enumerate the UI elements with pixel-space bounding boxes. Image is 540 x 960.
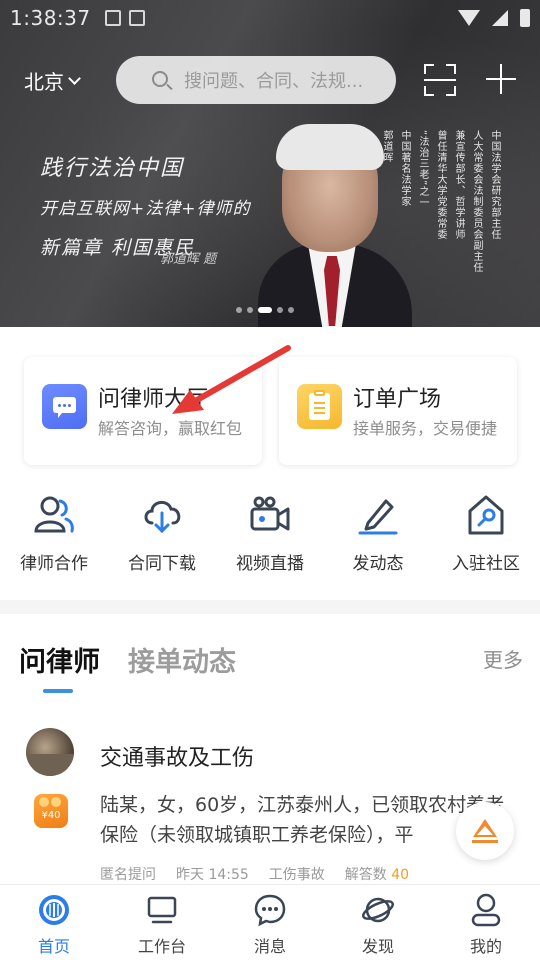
quick-action-label: 入驻社区 [452, 554, 520, 574]
search-icon [152, 71, 168, 87]
status-right-icons [458, 9, 530, 27]
notification-icons [104, 10, 145, 26]
status-time: 1:38:37 [10, 6, 91, 30]
house-key-icon [468, 495, 504, 535]
nav-workbench[interactable]: 工作台 [108, 885, 216, 960]
users-icon [34, 496, 74, 533]
feed-tabs: 问律师 接单动态 更多 [0, 614, 540, 704]
answer-count-label: 解答数 [344, 867, 387, 883]
tab-order-updates[interactable]: 接单动态 [128, 640, 236, 679]
chat-bubble-icon [42, 384, 87, 429]
top-bar: 北京 搜问题、合同、法规... [0, 56, 540, 106]
reward-badge: ¥40 [34, 794, 68, 828]
chat-bubble-icon [254, 894, 286, 927]
question-title: 交通事故及工伤 [100, 746, 255, 771]
card-title: 订单广场 [353, 387, 442, 412]
avatar [26, 728, 74, 776]
banner-vertical-line: 中国著名法学家 [399, 130, 410, 207]
person-icon [471, 893, 501, 927]
banner-vertical-line: 中国法学会研究部主任 [489, 130, 500, 240]
home-logo-icon [39, 895, 69, 925]
question-body: 陆某，女，60岁，江苏泰州人，已领取农村养老保险（未领取城镇职工养老保险），平 [100, 794, 505, 846]
calligraphy-line-3: 新篇章 利国惠民 [40, 237, 196, 259]
quick-action-label: 合同下载 [128, 554, 196, 574]
nav-messages[interactable]: 消息 [216, 885, 324, 960]
nav-discover[interactable]: 发现 [324, 885, 432, 960]
chevron-down-icon [68, 72, 81, 85]
nav-label: 消息 [253, 937, 286, 956]
more-link[interactable]: 更多 [483, 644, 523, 673]
city-label: 北京 [24, 70, 64, 94]
quick-action-contract-download[interactable]: 合同下载 [108, 493, 216, 583]
banner-vertical-line: 人大常委会法制委员会副主任 [471, 130, 482, 273]
city-selector[interactable]: 北京 [24, 66, 81, 95]
video-camera-icon [250, 496, 290, 531]
question-meta: 匿名提问 昨天 14:55 工伤事故 解答数 40 [100, 864, 409, 884]
add-icon[interactable] [486, 64, 516, 94]
nav-home[interactable]: 首页 [0, 885, 108, 960]
search-input[interactable]: 搜问题、合同、法规... [116, 56, 396, 104]
banner-carousel[interactable]: 1:38:37 北京 搜问题、合同、法规... 践行法治中国 开启互联网+法律+… [0, 0, 540, 327]
carousel-indicator [236, 307, 294, 313]
nav-profile[interactable]: 我的 [432, 885, 540, 960]
calligraphy-line-1: 践行法治中国 [40, 156, 185, 181]
banner-vertical-line: 兼宣传部长、哲学讲师 [453, 130, 464, 240]
image-notification-icon [104, 10, 121, 26]
nav-label: 首页 [37, 937, 70, 956]
scroll-to-top-button[interactable] [456, 802, 514, 860]
reward-amount: ¥40 [41, 810, 61, 821]
asker-label: 匿名提问 [100, 867, 156, 883]
nav-label: 发现 [361, 937, 394, 956]
tab-ask-lawyer[interactable]: 问律师 [19, 640, 100, 679]
banner-calligraphy: 践行法治中国 开启互联网+法律+律师的 新篇章 利国惠民 郭道晖 题 [40, 150, 251, 267]
signal-icon [492, 10, 508, 26]
battery-icon [520, 9, 530, 27]
calligraphy-signature: 郭道晖 题 [160, 252, 217, 267]
section-divider [0, 600, 540, 614]
pencil-icon [358, 499, 398, 535]
quick-action-post-update[interactable]: 发动态 [324, 493, 432, 583]
calligraphy-line-2: 开启互联网+法律+律师的 [40, 199, 251, 219]
banner-vertical-line: “法治三老”之一 [417, 130, 428, 209]
carousel-dot[interactable] [288, 307, 294, 313]
annotation-arrow-icon [172, 345, 291, 414]
quick-action-label: 律师合作 [20, 554, 88, 574]
banner-vertical-line: 曾任清华大学党委常委 [435, 130, 446, 240]
wifi-icon [458, 10, 480, 26]
card-subtitle: 接单服务，交易便捷 [353, 419, 498, 438]
quick-action-label: 视频直播 [236, 554, 304, 574]
quick-action-lawyer-cooperation[interactable]: 律师合作 [0, 493, 108, 583]
monitor-icon [147, 896, 177, 924]
bottom-navigation: 首页 工作台 消息 发现 我的 [0, 884, 540, 960]
banner-vertical-text: 中国法学会研究部主任 人大常委会法制委员会副主任 兼宣传部长、哲学讲师 曾任清华大学党… [380, 130, 500, 273]
active-tab-indicator [43, 689, 73, 693]
carousel-dot[interactable] [247, 307, 253, 313]
quick-action-label: 发动态 [352, 554, 404, 574]
carousel-dot[interactable] [258, 307, 272, 313]
app-notification-icon [128, 10, 145, 26]
quick-actions: 律师合作 合同下载 视频直播 发动态 入驻社区 [0, 493, 540, 583]
quick-action-join-community[interactable]: 入驻社区 [432, 493, 540, 583]
carousel-dot[interactable] [236, 307, 242, 313]
order-square-card[interactable]: 订单广场 接单服务，交易便捷 [279, 357, 517, 465]
question-category: 工伤事故 [268, 867, 325, 883]
carousel-dot[interactable] [277, 307, 283, 313]
clipboard-icon [297, 384, 342, 429]
nav-label: 我的 [469, 937, 502, 956]
cloud-download-icon [144, 501, 181, 534]
nav-label: 工作台 [137, 937, 186, 956]
quick-action-video-live[interactable]: 视频直播 [216, 493, 324, 583]
answer-count-value: 40 [391, 867, 410, 883]
search-placeholder: 搜问题、合同、法规... [184, 71, 364, 92]
banner-vertical-line: 郭道晖 [381, 130, 392, 163]
answer-count: 解答数 40 [345, 864, 409, 884]
question-time: 昨天 14:55 [176, 867, 249, 883]
planet-icon [362, 897, 394, 923]
status-bar: 1:38:37 [0, 0, 540, 36]
scan-icon[interactable] [424, 64, 456, 96]
